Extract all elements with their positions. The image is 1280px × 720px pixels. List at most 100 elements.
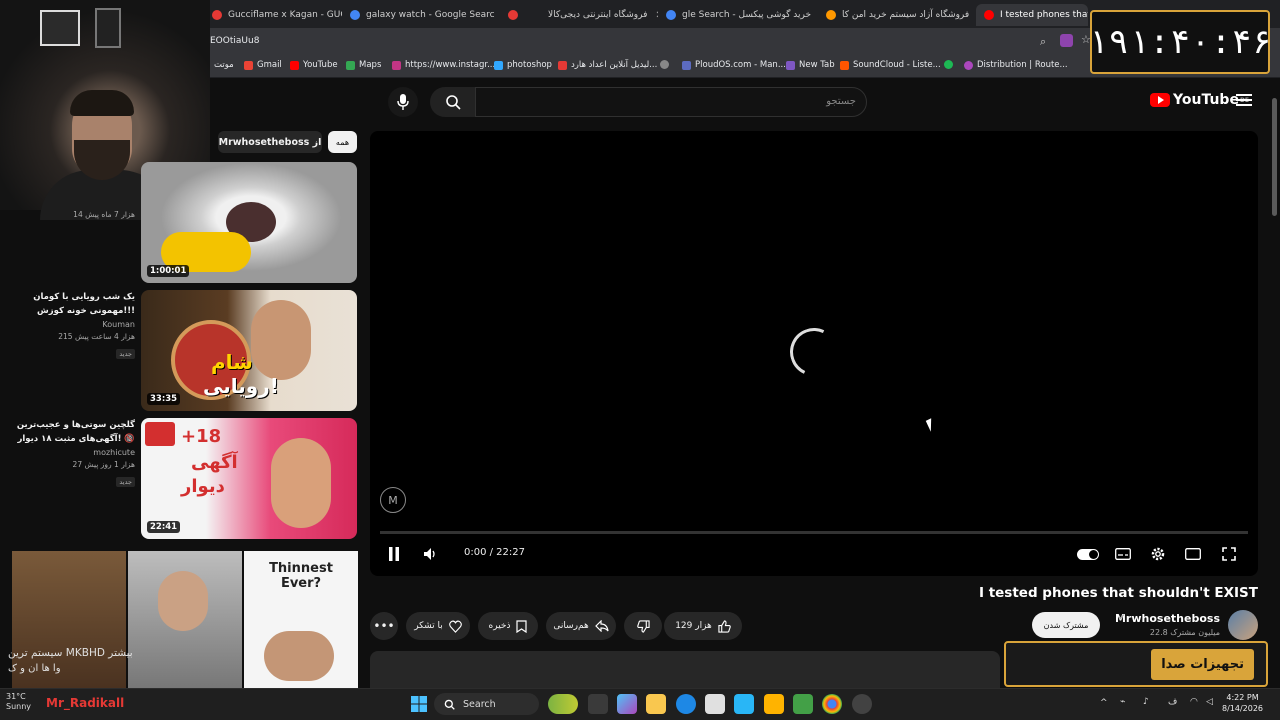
bookmark-ploudos[interactable]: PloudOS.com - Man... — [682, 60, 786, 70]
bookmark-maps[interactable]: Maps — [346, 60, 381, 70]
video-channel: Kouman — [102, 320, 135, 329]
tab-title: galaxy watch - Google Search — [366, 10, 495, 20]
save-button[interactable]: ذخیره — [478, 612, 538, 640]
soundcloud-icon — [840, 60, 849, 70]
voice-search-button[interactable] — [388, 87, 418, 117]
zoom-icon[interactable]: ⌕ — [1040, 35, 1046, 49]
video-thumbnail[interactable] — [128, 551, 242, 688]
bookmark-soundcloud[interactable]: SoundCloud - Liste... — [840, 60, 941, 70]
language-icon[interactable]: ف — [1168, 697, 1177, 707]
bookmark-globe[interactable] — [660, 60, 673, 69]
youtube-icon — [290, 60, 299, 70]
filter-chip-all[interactable]: همه — [328, 131, 357, 153]
video-thumbnail[interactable]: Thinnest Ever? — [244, 551, 358, 688]
weather-temp: 31°C — [6, 692, 26, 701]
new-tab-icon — [786, 60, 795, 70]
page-scrollbar[interactable] — [1271, 84, 1278, 688]
tab-galaxy-watch[interactable]: galaxy watch - Google Search✕ — [350, 4, 495, 26]
dislike-button[interactable] — [624, 612, 662, 640]
widget-icon[interactable] — [548, 694, 578, 714]
microphone-icon — [397, 94, 409, 110]
search-button[interactable] — [430, 87, 475, 117]
tab-active-youtube[interactable]: I tested phones that shouldn't — [976, 4, 1088, 26]
autoplay-toggle[interactable] — [1076, 544, 1100, 564]
copilot-icon[interactable] — [617, 694, 637, 714]
video-thumbnail[interactable]: شام رویایی! 33:35 — [141, 290, 357, 411]
bookmark-persian[interactable]: لیدیل آنلاین اعداد هارد... — [558, 60, 657, 70]
wifi-icon[interactable]: ◠ — [1190, 697, 1198, 707]
task-view-icon[interactable] — [588, 694, 608, 714]
microphone-tray-icon[interactable]: ♪ — [1143, 697, 1149, 707]
tab-google-pixel[interactable]: gle Search - خرید گوشی پیکسل✕ — [666, 4, 811, 26]
app-icon[interactable] — [793, 694, 813, 714]
video-thumbnail[interactable]: +18 آگهی دیوار 22:41 — [141, 418, 357, 539]
settings-button[interactable] — [1148, 544, 1168, 564]
network-icon[interactable]: ⌁ — [1120, 697, 1125, 707]
chrome-icon[interactable] — [822, 694, 842, 714]
url-text[interactable]: EOOtiaUu8 — [210, 36, 259, 46]
more-dots-icon: ••• — [373, 619, 395, 633]
more-actions-button[interactable]: ••• — [370, 612, 398, 640]
tab-favicon-icon — [508, 10, 518, 20]
edge-icon[interactable] — [676, 694, 696, 714]
bookmark-new-tab[interactable]: New Tab — [786, 60, 835, 70]
speaker-icon[interactable]: ◁ — [1206, 697, 1213, 707]
system-clock[interactable]: 4:22 PM 8/14/2026 — [1222, 692, 1263, 714]
scrollbar-thumb[interactable] — [1272, 98, 1277, 216]
obs-icon[interactable] — [852, 694, 872, 714]
tab-digikala[interactable]: فروشگاه اینترنتی دیجی‌کالا ✕ — [548, 4, 658, 26]
sidebar-video-info[interactable]: یک شب رویایی با کومان مهمونی خونه کوزش!!… — [15, 290, 135, 360]
bookmark-photoshop[interactable]: photoshop — [494, 60, 552, 70]
thanks-button[interactable]: با تشکر — [406, 612, 470, 640]
thumbs-down-icon — [636, 619, 650, 633]
tab-azad-system[interactable]: فروشگاه آزاد سیستم خرید امن کا✕ — [826, 4, 971, 26]
taskbar-search[interactable]: Search — [434, 693, 539, 715]
sidebar-video-info[interactable]: گلچین سوتی‌ها و عجیب‌ترین آگهی‌های مثبت … — [15, 418, 135, 488]
share-button[interactable]: هم‌رسانی — [546, 612, 616, 640]
file-explorer-icon[interactable] — [646, 694, 666, 714]
time-display: 0:00 / 22:27 — [464, 547, 526, 558]
bookmark-label: موتت — [214, 60, 234, 70]
pause-button[interactable] — [384, 544, 404, 564]
tab-favicon-icon — [350, 10, 360, 20]
volume-button[interactable] — [420, 544, 440, 564]
start-button[interactable] — [409, 694, 429, 714]
store-icon[interactable] — [705, 694, 725, 714]
bookmark-instagram[interactable]: https://www.instagr... — [392, 60, 495, 70]
weather-widget[interactable]: 31°C Sunny — [6, 692, 31, 712]
youtube-logo[interactable]: YouTubeDE — [1150, 92, 1249, 108]
extension-icon[interactable] — [1060, 34, 1073, 47]
bookmark-item[interactable]: موتت — [214, 60, 234, 70]
subscribe-button[interactable]: مشترک شدن — [1032, 612, 1100, 638]
theater-mode-button[interactable] — [1183, 544, 1203, 564]
bookmark-label: Distribution | Route... — [977, 60, 1068, 70]
bookmark-gmail[interactable]: Gmail — [244, 60, 282, 70]
fullscreen-button[interactable] — [1219, 544, 1239, 564]
sidebar-video-info[interactable]: 14 هزار 7 ماه پیش — [73, 207, 135, 219]
subtitles-button[interactable] — [1113, 544, 1133, 564]
app-icon[interactable] — [764, 694, 784, 714]
video-thumbnail[interactable]: 1:00:01 — [141, 162, 357, 283]
bookmark-distribution[interactable]: Distribution | Route... — [964, 60, 1068, 70]
tab-youtube-small[interactable] — [508, 4, 530, 26]
channel-name[interactable]: Mrwhosetheboss — [1115, 612, 1220, 625]
hamburger-menu-icon[interactable] — [1236, 94, 1252, 108]
tab-favicon-icon — [666, 10, 676, 20]
distribution-icon — [964, 60, 973, 70]
telegram-icon[interactable] — [734, 694, 754, 714]
filter-chip-channel[interactable]: Mrwhosetheboss از — [218, 131, 322, 153]
description-box[interactable] — [370, 651, 1000, 688]
like-button[interactable]: 129 هزار — [664, 612, 742, 640]
tab-gucciflame[interactable]: Gucciflame x Kagan - GUCCI G/✕ — [212, 4, 342, 26]
video-duration: 22:41 — [147, 521, 181, 533]
tray-chevron-icon[interactable]: ^ — [1100, 698, 1108, 708]
bookmark-youtube[interactable]: YouTube — [290, 60, 338, 70]
search-icon — [445, 95, 461, 110]
bookmark-spotify[interactable] — [944, 60, 957, 69]
channel-avatar[interactable] — [1228, 610, 1258, 640]
search-input[interactable]: جستجو — [475, 87, 867, 117]
bookmark-label: PloudOS.com - Man... — [695, 60, 786, 70]
close-tab-icon[interactable]: ✕ — [655, 10, 658, 21]
progress-bar[interactable] — [380, 531, 1248, 534]
channel-watermark[interactable]: M — [380, 487, 406, 513]
